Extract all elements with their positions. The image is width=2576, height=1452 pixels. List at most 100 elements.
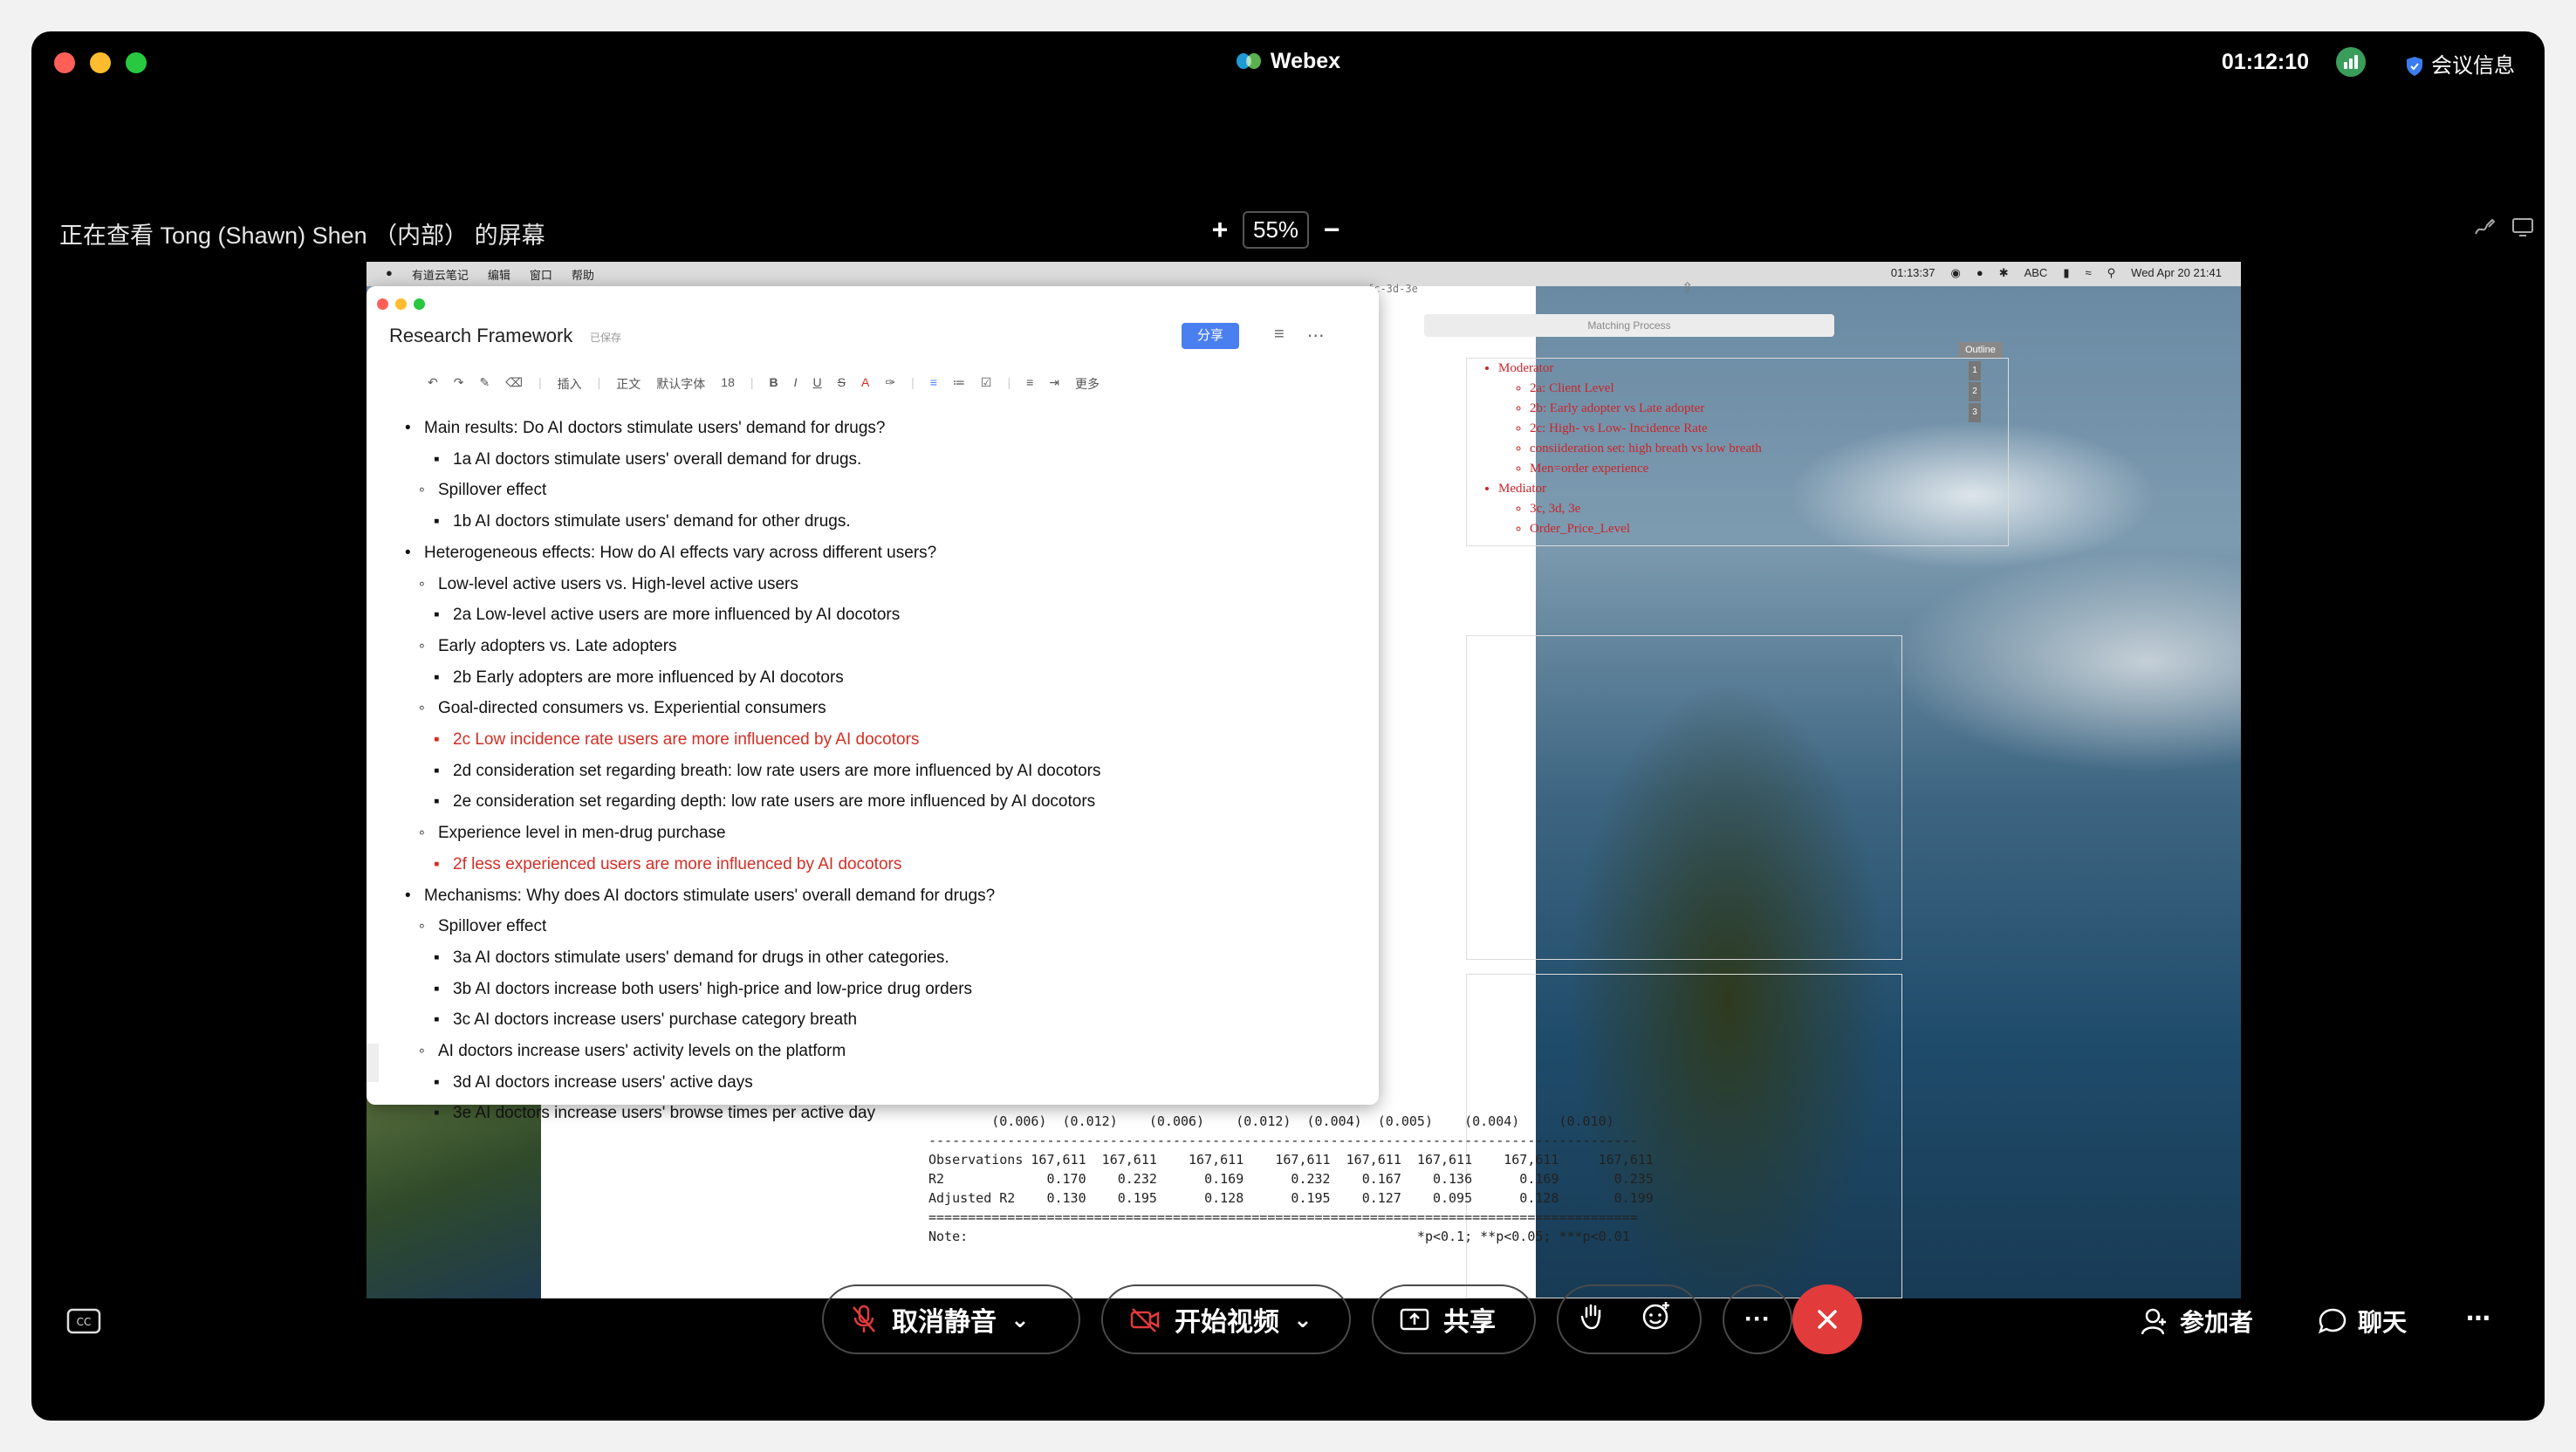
note-line[interactable]: 2e consideration set regarding depth: lo… — [434, 792, 1095, 812]
notes-zoom-button[interactable] — [414, 298, 425, 310]
network-signal-icon[interactable] — [2336, 47, 2366, 77]
recording-time: 01:13:37 — [1890, 266, 1935, 279]
note-line[interactable]: 3b AI doctors increase both users' high-… — [434, 980, 972, 999]
apple-icon[interactable]: ● — [386, 266, 393, 283]
note-line[interactable]: 1a AI doctors stimulate users' overall d… — [434, 450, 861, 469]
overflow-menu-icon[interactable]: ⋯ — [2466, 1304, 2490, 1332]
note-line[interactable]: Early adopters vs. Late adopters — [419, 637, 677, 656]
reactions-icon[interactable] — [1641, 1300, 1672, 1339]
share-button[interactable]: 分享 — [1182, 323, 1239, 349]
menu-window[interactable]: 窗口 — [530, 266, 552, 283]
note-line[interactable]: Heterogeneous effects: How do AI effects… — [405, 544, 936, 563]
note-line[interactable]: Goal-directed consumers vs. Experiential… — [419, 699, 826, 718]
redo-icon[interactable]: ↷ — [454, 375, 464, 393]
start-video-label: 开始视频 — [1175, 1308, 1279, 1337]
note-line[interactable]: 2b Early adopters are more influenced by… — [434, 668, 844, 688]
outline-tab[interactable]: Outline — [1958, 342, 2003, 358]
chevron-down-icon[interactable]: ⌄ — [1293, 1306, 1312, 1333]
chat-bubble-icon — [2318, 1308, 2346, 1334]
bold-icon[interactable]: B — [770, 375, 778, 393]
sidebar-handle[interactable] — [367, 1044, 379, 1082]
undo-icon[interactable]: ↶ — [428, 375, 438, 393]
insert-menu[interactable]: 插入 — [558, 375, 582, 393]
regression-rule: ----------------------------------------… — [928, 1133, 1638, 1148]
paragraph-style-select[interactable]: 正文 — [616, 375, 641, 393]
meeting-info-button[interactable]: 会议信息 — [2405, 48, 2515, 79]
eraser-icon[interactable]: ⌫ — [505, 375, 523, 393]
checkbox-list-icon[interactable]: ☑ — [981, 375, 992, 393]
note-line[interactable]: 2c Low incidence rate users are more inf… — [434, 730, 919, 750]
zoom-level[interactable]: 55% — [1243, 211, 1310, 249]
webex-window: Webex 01:12:10 会议信息 正在查看 Tong (Shawn) Sh… — [31, 31, 2545, 1421]
note-line[interactable]: Low-level active users vs. High-level ac… — [419, 575, 798, 594]
note-line[interactable]: Spillover effect — [419, 917, 546, 936]
meeting-timer: 01:12:10 — [2221, 50, 2309, 74]
share-screen-button[interactable]: 共享 — [1372, 1284, 1536, 1354]
screen-options-icon[interactable] — [2511, 216, 2534, 243]
menu-app[interactable]: 有道云笔记 — [412, 266, 469, 283]
italic-icon[interactable]: I — [794, 375, 798, 393]
format-painter-icon[interactable]: ✎ — [479, 375, 490, 393]
note-line[interactable]: Main results: Do AI doctors stimulate us… — [405, 419, 886, 438]
input-method[interactable]: ABC — [2024, 266, 2048, 280]
shield-icon — [2407, 57, 2422, 76]
note-line[interactable]: Mechanisms: Why does AI doctors stimulat… — [405, 887, 995, 906]
menu-help[interactable]: 帮助 — [572, 266, 594, 283]
note-line[interactable]: 3a AI doctors stimulate users' demand fo… — [434, 949, 949, 968]
note-line[interactable]: 2a Low-level active users are more influ… — [434, 606, 900, 625]
closed-captions-icon[interactable]: CC — [66, 1307, 101, 1339]
record-icon[interactable]: ◉ — [1950, 266, 1960, 280]
mic-muted-icon — [853, 1305, 875, 1332]
note-line[interactable]: 3e AI doctors increase users' browse tim… — [434, 1104, 875, 1123]
outline-view-icon[interactable]: ≡ — [1274, 325, 1285, 346]
matching-process-bar[interactable]: Matching Process — [1424, 314, 1834, 337]
align-icon[interactable]: ≡ — [1026, 375, 1033, 393]
share-icon[interactable]: ⇧ — [1682, 279, 1693, 297]
search-icon[interactable]: ⚲ — [2107, 266, 2116, 280]
menubar-datetime[interactable]: Wed Apr 20 21:41 — [2131, 266, 2222, 280]
note-line[interactable]: 3d AI doctors increase users' active day… — [434, 1073, 753, 1092]
note-line[interactable]: Spillover effect — [419, 481, 546, 500]
underline-icon[interactable]: U — [813, 375, 822, 393]
zoom-control: + 55% − — [1209, 211, 1342, 249]
chevron-down-icon[interactable]: ⌄ — [1011, 1306, 1030, 1333]
menu-edit[interactable]: 编辑 — [488, 266, 510, 283]
note-line[interactable]: 1b AI doctors stimulate users' demand fo… — [434, 512, 851, 531]
more-options-icon[interactable]: ⋯ — [1307, 325, 1325, 346]
note-line[interactable]: 2f less experienced users are more influ… — [434, 855, 901, 874]
note-line[interactable]: 3c AI doctors increase users' purchase c… — [434, 1010, 857, 1030]
shared-screen[interactable]: ● 有道云笔记 编辑 窗口 帮助 01:13:37 ◉ ● ✱ ABC ▮ ≈ … — [367, 262, 2241, 1298]
notes-close-button[interactable] — [377, 298, 388, 310]
note-line[interactable]: AI doctors increase users' activity leve… — [419, 1042, 846, 1061]
numbered-list-icon[interactable]: ≔ — [953, 375, 965, 393]
highlight-icon[interactable]: ✑ — [885, 375, 895, 393]
more-options-button[interactable]: ··· — [1723, 1284, 1792, 1354]
bluetooth-icon[interactable]: ✱ — [1999, 266, 2009, 280]
bullet-list-icon[interactable]: ≡ — [930, 375, 937, 393]
saved-status: 已保存 — [590, 332, 622, 344]
unmute-button[interactable]: 取消静音 ⌄ — [822, 1284, 1080, 1354]
wechat-icon[interactable]: ● — [1977, 266, 1983, 280]
note-line[interactable]: Experience level in men-drug purchase — [419, 824, 725, 843]
note-title[interactable]: Research Framework — [389, 325, 572, 347]
leave-meeting-button[interactable] — [1792, 1284, 1862, 1354]
zoom-in-button[interactable]: + — [1209, 214, 1230, 246]
zoom-out-button[interactable]: − — [1321, 214, 1342, 246]
font-size-select[interactable]: 18 — [721, 375, 735, 393]
start-video-button[interactable]: 开始视频 ⌄ — [1101, 1284, 1351, 1354]
chat-button[interactable]: 聊天 — [2318, 1304, 2407, 1339]
font-color-icon[interactable]: A — [861, 375, 869, 393]
notes-window[interactable]: Research Framework 已保存 分享 ≡ ⋯ ↶ ↷ ✎ ⌫ | … — [367, 286, 1379, 1123]
font-select[interactable]: 默认字体 — [656, 375, 705, 393]
more-tools-menu[interactable]: 更多 — [1075, 375, 1100, 393]
close-icon — [1818, 1310, 1837, 1329]
participants-button[interactable]: 参加者 — [2140, 1304, 2253, 1339]
notes-minimize-button[interactable] — [395, 298, 407, 310]
indent-icon[interactable]: ⇥ — [1049, 375, 1059, 393]
note-line[interactable]: 2d consideration set regarding breath: l… — [434, 762, 1100, 781]
background-tab[interactable]: fc-3d-3e ⇧ — [1367, 277, 1699, 305]
wifi-icon[interactable]: ≈ — [2085, 266, 2091, 280]
annotate-icon[interactable] — [2473, 216, 2496, 245]
strikethrough-icon[interactable]: S — [838, 375, 846, 393]
raise-hand-icon[interactable] — [1579, 1301, 1606, 1338]
